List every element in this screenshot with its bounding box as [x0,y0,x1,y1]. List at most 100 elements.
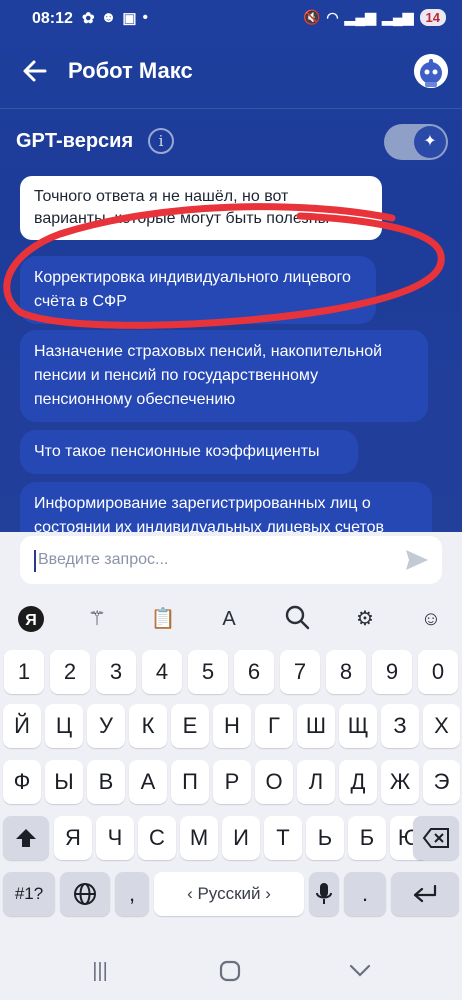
key-letter[interactable]: Н [213,704,251,748]
key-letter[interactable]: Ц [45,704,83,748]
key-letter[interactable]: Д [339,760,377,804]
key-letter[interactable]: Ф [3,760,41,804]
backspace-icon [422,828,449,848]
key-letter[interactable]: О [255,760,293,804]
bot-message: Точного ответа я не нашёл, но вот вариан… [20,176,382,240]
key-7[interactable]: 7 [280,650,320,694]
key-4[interactable]: 4 [142,650,182,694]
key-letter[interactable]: В [87,760,125,804]
key-letter[interactable]: И [222,816,260,860]
microphone-icon[interactable] [309,872,339,916]
key-letter[interactable]: Б [348,816,386,860]
mute-icon: 🔇 [302,9,321,25]
key-letter[interactable]: Г [255,704,293,748]
status-bar: 08:12 ✿ ☻ ▣ • 🔇 ◠ ▂▄▆ ▂▄▆ 14 [0,0,462,40]
key-letter[interactable]: А [129,760,167,804]
text-cursor [34,550,36,572]
header-divider [0,108,462,109]
option-button-2[interactable]: Назначение страховых пенсий, накопительн… [20,330,428,422]
magic-wand-icon[interactable]: ⚚ [82,604,112,634]
search-input[interactable]: Введите запрос... [20,536,442,584]
notification-cluster-icon: ✿ [82,10,95,27]
robot-avatar-icon[interactable] [414,54,448,88]
input-area: Введите запрос... [0,532,462,594]
wifi-icon: ◠ [326,9,339,25]
system-icons: 🔇 ◠ ▂▄▆ ▂▄▆ 14 [303,9,446,26]
info-icon[interactable]: i [148,128,174,154]
key-letter[interactable]: С [138,816,176,860]
backspace-key[interactable] [413,816,459,860]
key-letter[interactable]: М [180,816,218,860]
home-icon[interactable] [210,956,250,986]
key-3[interactable]: 3 [96,650,136,694]
key-letter[interactable]: Й [3,704,41,748]
recent-apps-icon[interactable]: ||| [80,956,120,986]
option-button-4[interactable]: Информирование зарегистрированных лиц о … [20,482,432,532]
key-letter[interactable]: Е [171,704,209,748]
emoji-icon[interactable]: ☺ [416,604,446,634]
back-arrow-icon[interactable] [20,56,50,86]
key-letter[interactable]: Ы [45,760,83,804]
enter-arrow-icon [413,884,437,903]
key-0[interactable]: 0 [418,650,458,694]
key-6[interactable]: 6 [234,650,274,694]
notification-icons: ✿ ☻ ▣ • [82,9,148,27]
signal-icon-2: ▂▄▆ [382,9,414,25]
key-8[interactable]: 8 [326,650,366,694]
status-time: 08:12 [32,10,73,27]
key-5[interactable]: 5 [188,650,228,694]
battery-badge: 14 [419,9,446,26]
space-key[interactable]: ‹ Русский › [154,872,304,916]
notification-app-icon: ▣ [122,10,137,27]
send-icon[interactable] [404,548,430,572]
input-placeholder: Введите запрос... [38,551,169,568]
key-letter[interactable]: У [87,704,125,748]
key-letter[interactable]: Л [297,760,335,804]
yandex-icon[interactable]: Я [16,604,46,634]
back-chevron-icon[interactable] [340,956,380,986]
key-letter[interactable]: Э [423,760,460,804]
chat-screen: 08:12 ✿ ☻ ▣ • 🔇 ◠ ▂▄▆ ▂▄▆ 14 Робот Макс [0,0,462,532]
key-letter[interactable]: Ч [96,816,134,860]
key-letter[interactable]: Р [213,760,251,804]
key-letter[interactable]: З [381,704,419,748]
globe-icon[interactable] [60,872,110,916]
key-letter[interactable]: Щ [339,704,377,748]
app-header: Робот Макс [0,48,462,98]
gpt-toggle[interactable]: ✦ [384,124,448,160]
comma-key[interactable]: , [115,872,149,916]
key-letter[interactable]: Ь [306,816,344,860]
notification-face-icon: ☻ [100,9,117,26]
enter-key[interactable] [391,872,459,916]
clipboard-icon[interactable]: 📋 [148,604,178,634]
search-icon[interactable] [282,604,312,634]
shift-arrow-icon [16,829,36,847]
key-2[interactable]: 2 [50,650,90,694]
gpt-version-row: GPT-версия i ✦ [14,124,448,160]
key-1[interactable]: 1 [4,650,44,694]
sparkle-icon: ✦ [414,126,446,158]
gpt-version-label: GPT-версия [16,130,134,152]
key-letter[interactable]: П [171,760,209,804]
notification-dot-icon: • [142,9,148,26]
system-nav-bar: ||| [0,940,462,1000]
symbols-key[interactable]: #1? [3,872,55,916]
key-letter[interactable]: К [129,704,167,748]
settings-gear-icon[interactable]: ⚙ [350,604,380,634]
key-letter[interactable]: Я [54,816,92,860]
translate-icon[interactable]: A [214,604,244,634]
option-button-3[interactable]: Что такое пенсионные коэффициенты [20,430,358,474]
key-letter[interactable]: Ж [381,760,419,804]
key-letter[interactable]: Т [264,816,302,860]
signal-icon: ▂▄▆ [344,9,377,25]
key-9[interactable]: 9 [372,650,412,694]
yandex-key-label: Я [25,612,37,629]
keyboard: Я ⚚ 📋 A ⚙ ☺ 1 2 3 4 5 6 7 8 9 0 Й Ц У К … [0,594,462,940]
option-button-1[interactable]: Корректировка индивидуального лицевого с… [20,256,376,324]
key-letter[interactable]: Ш [297,704,335,748]
keyboard-toolbar: Я ⚚ 📋 A ⚙ ☺ [0,594,462,644]
page-title: Робот Макс [68,58,193,83]
period-key[interactable]: . [344,872,386,916]
key-letter[interactable]: Х [423,704,460,748]
shift-key[interactable] [3,816,49,860]
